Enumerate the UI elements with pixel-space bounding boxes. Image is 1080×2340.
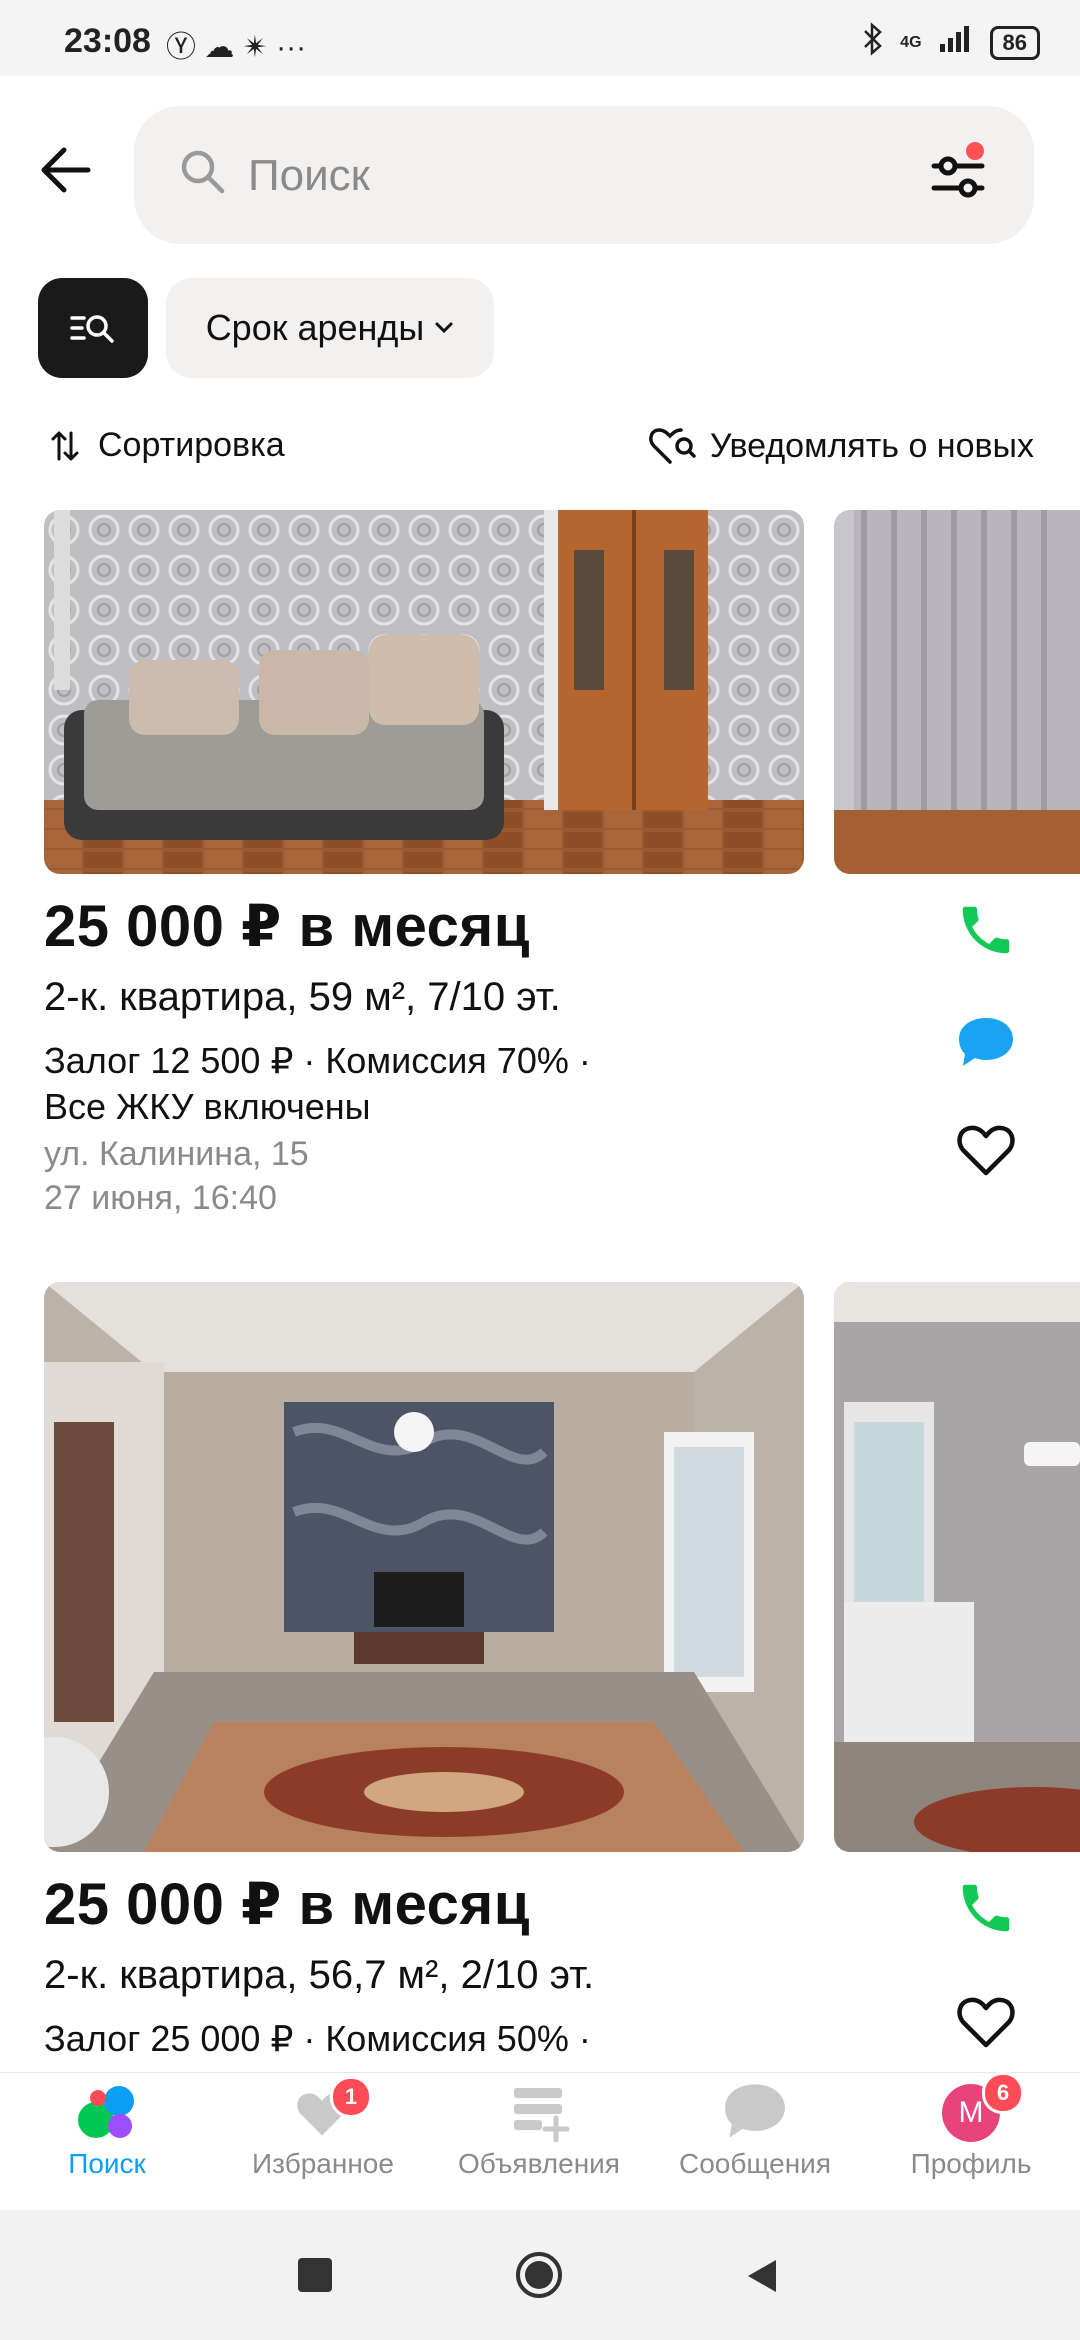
call-button[interactable] [950, 1872, 1022, 1944]
nav-search-label: Поиск [68, 2148, 146, 2179]
listing-photo-next[interactable] [834, 1282, 1080, 1852]
sort-label: Сортировка [98, 426, 285, 464]
nav-favorites-label: Избранное [252, 2148, 394, 2179]
profile-badge: 6 [982, 2072, 1024, 2114]
rent-term-filter[interactable]: Срок аренды [166, 278, 494, 378]
battery-indicator: 86 [989, 25, 1040, 60]
chat-bubble-icon [959, 1018, 1013, 1066]
arrow-left-icon [41, 147, 91, 193]
avatar-letter: М [958, 2096, 984, 2129]
nav-profile[interactable]: М 6 Профиль [866, 2072, 1076, 2200]
back-button[interactable] [36, 140, 96, 200]
listing-terms: Залог 12 500 ₽ · Комиссия 70% · Все ЖКУ … [44, 1040, 591, 1127]
signal-icon [938, 24, 974, 61]
nav-ads-label: Объявления [458, 2148, 620, 2179]
status-right-icons: 4G 86 [862, 22, 1040, 63]
heart-icon [957, 1125, 1015, 1176]
call-button[interactable] [950, 894, 1022, 966]
sort-button[interactable]: Сортировка [50, 426, 285, 465]
bluetooth-icon [862, 22, 884, 63]
listing-photo[interactable] [44, 510, 804, 874]
notify-label: Уведомлять о новых [709, 426, 1034, 465]
search-app-icon [72, 2080, 142, 2142]
favorites-badge: 1 [330, 2076, 372, 2118]
listing-photo[interactable] [44, 1282, 804, 1852]
favorite-button[interactable] [950, 1114, 1022, 1186]
nav-search[interactable]: Поиск [2, 2080, 212, 2200]
listing-title[interactable]: 2-к. квартира, 56,7 м², 2/10 эт. [44, 1953, 594, 1998]
nav-messages-label: Сообщения [679, 2148, 831, 2179]
phone-icon [962, 1884, 1010, 1932]
phone-icon [962, 906, 1010, 954]
heart-search-icon [648, 428, 696, 464]
search-input[interactable] [246, 140, 900, 212]
filters-active-dot [966, 142, 984, 160]
heart-icon [957, 1997, 1015, 2048]
recents-button[interactable] [298, 2258, 332, 2292]
listing-price: 25 000 ₽ в месяц [44, 894, 530, 959]
search-icon [178, 147, 228, 202]
status-notification-icons: Ⓨ ☁ ✴ ··· [166, 31, 307, 64]
network-label: 4G [900, 33, 922, 51]
triangle-back-icon [748, 2260, 776, 2292]
listing-price: 25 000 ₽ в месяц [44, 1872, 530, 1937]
listing-title[interactable]: 2-к. квартира, 59 м², 7/10 эт. [44, 975, 561, 1020]
nav-favorites[interactable]: 1 Избранное [218, 2076, 428, 2200]
rent-term-label: Срок аренды [205, 307, 425, 348]
favorite-button[interactable] [950, 1986, 1022, 2058]
nav-messages[interactable]: Сообщения [650, 2080, 860, 2200]
nav-ads[interactable]: Объявления [434, 2080, 644, 2200]
chevron-down-icon [435, 322, 453, 334]
home-button[interactable] [514, 2250, 564, 2300]
list-search-icon [70, 315, 114, 343]
listing-terms: Залог 25 000 ₽ · Комиссия 50% · [44, 2018, 591, 2059]
back-system-button[interactable] [742, 2256, 782, 2296]
listing-address: ул. Калинина, 15 [44, 1135, 309, 1173]
listing-date: 27 июня, 16:40 [44, 1179, 277, 1217]
chat-bubble-icon [725, 2084, 785, 2138]
listing-photo-next[interactable] [834, 510, 1080, 874]
message-button[interactable] [950, 1006, 1022, 1078]
notify-new-button[interactable]: Уведомлять о новых [648, 426, 1034, 466]
status-time: 23:08 [64, 22, 151, 60]
nav-profile-label: Профиль [910, 2148, 1032, 2179]
saved-search-button[interactable] [38, 278, 148, 378]
sort-arrows-icon [51, 431, 79, 460]
home-circle-icon [516, 2252, 562, 2298]
add-listing-icon [514, 2088, 570, 2142]
